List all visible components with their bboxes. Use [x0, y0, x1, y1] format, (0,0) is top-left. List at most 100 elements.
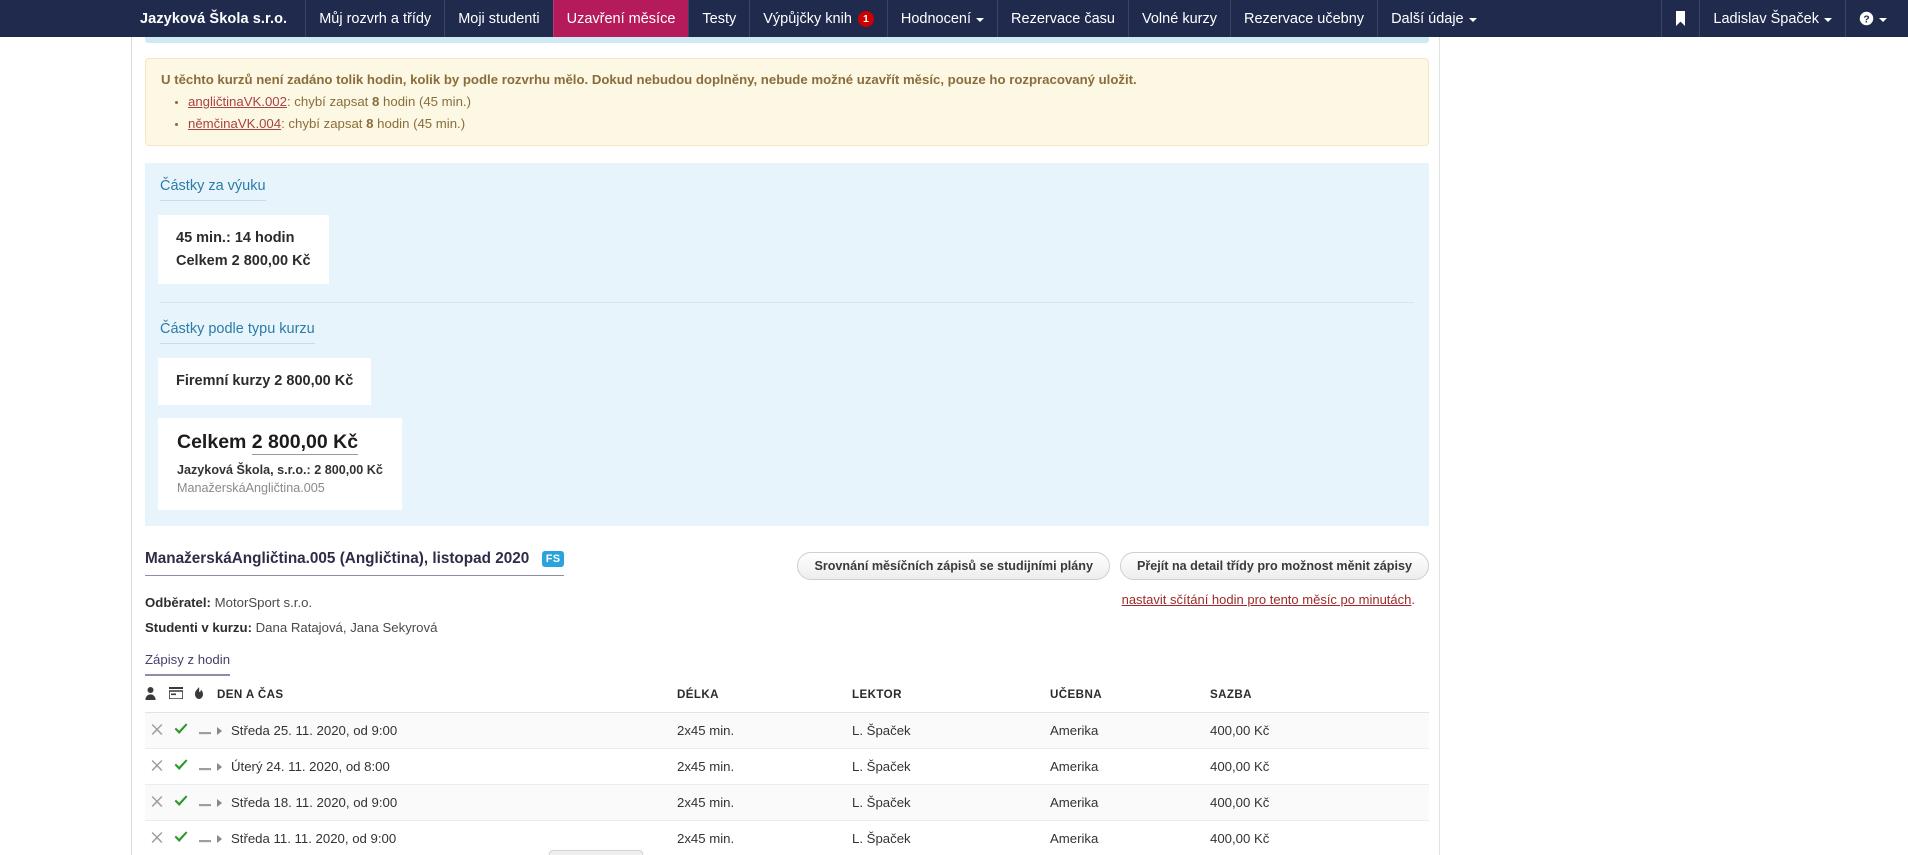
- nav-item-2[interactable]: Uzavření měsíce: [552, 0, 689, 37]
- row-neutral-icon[interactable]: [193, 748, 217, 785]
- row-neutral-icon[interactable]: [193, 820, 217, 855]
- total-line: Celkem 2 800,00 Kč: [177, 430, 383, 455]
- nav-item-8[interactable]: Rezervace učebny: [1229, 0, 1377, 37]
- cell-room: Amerika: [1050, 784, 1210, 821]
- amounts-section2-title: Částky podle typu kurzu: [160, 321, 315, 345]
- row-cancel-icon[interactable]: [145, 712, 169, 749]
- chevron-down-icon: [976, 17, 985, 22]
- nav-item-9[interactable]: Další údaje: [1377, 0, 1490, 37]
- nav-item-3[interactable]: Testy: [688, 0, 749, 37]
- minus-icon[interactable]: [199, 830, 211, 846]
- user-menu[interactable]: Ladislav Špaček: [1699, 0, 1845, 37]
- cell-lecturer: L. Špaček: [852, 712, 1050, 749]
- check-icon[interactable]: [174, 722, 188, 739]
- right-rail-divider: [1439, 37, 1440, 855]
- lesson-entries-table: DEN A ČAS DÉLKA LEKTOR UČEBNA SAZBA Stře…: [145, 686, 1429, 855]
- close-icon[interactable]: [151, 758, 163, 774]
- minus-icon[interactable]: [199, 794, 211, 810]
- user-name: Ladislav Špaček: [1713, 10, 1819, 27]
- day-time-text: Úterý 24. 11. 2020, od 8:00: [231, 758, 390, 774]
- customer-label: Odběratel:: [145, 594, 211, 610]
- amounts-tile-hours: 45 min.: 14 hodin Celkem 2 800,00 Kč: [158, 215, 329, 285]
- check-icon[interactable]: [174, 758, 188, 775]
- cell-length: 2x45 min.: [677, 784, 852, 821]
- chevron-right-icon[interactable]: [217, 834, 222, 843]
- cell-rate: 400,00 Kč: [1210, 712, 1429, 749]
- col-lecturer: LEKTOR: [852, 686, 1050, 713]
- tile-hours-line2: Celkem 2 800,00 Kč: [176, 252, 311, 269]
- nav-item-1[interactable]: Moji studenti: [444, 0, 552, 37]
- close-icon[interactable]: [151, 830, 163, 846]
- nav-item-4[interactable]: Výpůjčky knih 1: [749, 0, 887, 37]
- row-confirm-icon[interactable]: [169, 712, 193, 749]
- col-rate: SAZBA: [1210, 686, 1429, 713]
- row-neutral-icon[interactable]: [193, 784, 217, 821]
- panel-divider: [160, 302, 1414, 304]
- alert-course-link[interactable]: němčinaVK.004: [188, 116, 281, 131]
- amounts-tile-coursetype: Firemní kurzy 2 800,00 Kč: [158, 358, 372, 405]
- cell-room: Amerika: [1050, 820, 1210, 855]
- students-label: Studenti v kurzu:: [145, 619, 252, 635]
- amounts-total-tile: Celkem 2 800,00 Kč Jazyková Škola, s.r.o…: [158, 417, 402, 510]
- check-icon[interactable]: [174, 794, 188, 811]
- main-content: U těchto kurzů není zadáno tolik hodin, …: [145, 37, 1439, 855]
- cell-length: 2x45 min.: [677, 748, 852, 785]
- nav-item-5[interactable]: Hodnocení: [886, 0, 997, 37]
- row-confirm-icon[interactable]: [169, 748, 193, 785]
- nav-item-label: Rezervace učebny: [1243, 10, 1365, 27]
- chevron-right-icon[interactable]: [217, 726, 222, 735]
- row-cancel-icon[interactable]: [145, 784, 169, 821]
- students-row: Studenti v kurzu: Dana Ratajová, Jana Se…: [145, 620, 1429, 635]
- top-accent-strip: [145, 37, 1429, 43]
- row-confirm-icon[interactable]: [169, 820, 193, 855]
- close-icon[interactable]: [151, 722, 163, 738]
- nav-item-label: Další údaje: [1391, 10, 1464, 27]
- row-cancel-icon[interactable]: [145, 820, 169, 855]
- cell-room: Amerika: [1050, 712, 1210, 749]
- alert-text-after: hodin (45 min.): [373, 116, 466, 132]
- nav-item-0[interactable]: Můj rozvrh a třídy: [305, 0, 444, 37]
- fs-badge: FS: [541, 550, 565, 567]
- col-fire-icon: [193, 686, 217, 713]
- chevron-right-icon[interactable]: [217, 798, 222, 807]
- top-navbar: Jazyková Škola s.r.o. Můj rozvrh a třídy…: [0, 0, 1908, 37]
- nav-right-group: Ladislav Špaček ?: [1661, 0, 1900, 37]
- cell-rate: 400,00 Kč: [1210, 784, 1429, 821]
- nav-item-label: Uzavření měsíce: [566, 10, 676, 27]
- row-neutral-icon[interactable]: [193, 712, 217, 749]
- row-confirm-icon[interactable]: [169, 784, 193, 821]
- nav-item-6[interactable]: Rezervace času: [997, 0, 1128, 37]
- table-head: DEN A ČAS DÉLKA LEKTOR UČEBNA SAZBA: [145, 686, 1429, 713]
- day-time-text: Středa 11. 11. 2020, od 9:00: [231, 830, 397, 846]
- amounts-section1-title: Částky za výuku: [160, 178, 266, 202]
- set-minutes-link[interactable]: nastavit sčítání hodin pro tento měsíc p…: [1122, 592, 1412, 607]
- nav-item-label: Rezervace času: [1011, 10, 1115, 27]
- check-icon[interactable]: [174, 830, 188, 847]
- col-length: DÉLKA: [677, 686, 852, 713]
- tab-lesson-entries[interactable]: Zápisy z hodin: [145, 652, 231, 676]
- nav-badge-count: 1: [857, 10, 874, 27]
- bookmark-icon[interactable]: [1661, 0, 1699, 37]
- person-icon: [145, 686, 156, 703]
- alert-text-before: : chybí zapsat: [286, 94, 373, 110]
- close-icon[interactable]: [151, 794, 163, 810]
- compare-monthly-entries-button[interactable]: Srovnání měsíčních zápisů se studijními …: [797, 551, 1110, 580]
- alert-course-item: angličtinaVK.002: chybí zapsat 8 hodin (…: [188, 92, 1413, 111]
- row-cancel-icon[interactable]: [145, 748, 169, 785]
- svg-text:?: ?: [1863, 14, 1869, 25]
- minus-icon[interactable]: [199, 758, 211, 774]
- table-row: Úterý 24. 11. 2020, od 8:00 2x45 min. L. Š…: [145, 748, 1429, 785]
- nav-item-7[interactable]: Volné kurzy: [1128, 0, 1230, 37]
- warning-alert: U těchto kurzů není zadáno tolik hodin, …: [145, 58, 1429, 147]
- customer-value: MotorSport s.r.o.: [214, 594, 313, 610]
- table-row: Středa 25. 11. 2020, od 9:00 2x45 min. L. …: [145, 712, 1429, 749]
- nav-items: Můj rozvrh a třídy Moji studenti Uzavření …: [305, 0, 1489, 37]
- card-icon: [168, 687, 184, 702]
- help-menu[interactable]: ?: [1845, 0, 1900, 37]
- chevron-down-icon: [1879, 17, 1887, 22]
- alert-course-link[interactable]: angličtinaVK.002: [188, 94, 287, 109]
- minus-icon[interactable]: [199, 722, 211, 738]
- amounts-panel: Částky za výuku 45 min.: 14 hodin Celkem…: [145, 163, 1429, 526]
- chevron-right-icon[interactable]: [217, 762, 222, 771]
- go-to-class-detail-button[interactable]: Přejít na detail třídy pro možnost měnit…: [1119, 551, 1429, 580]
